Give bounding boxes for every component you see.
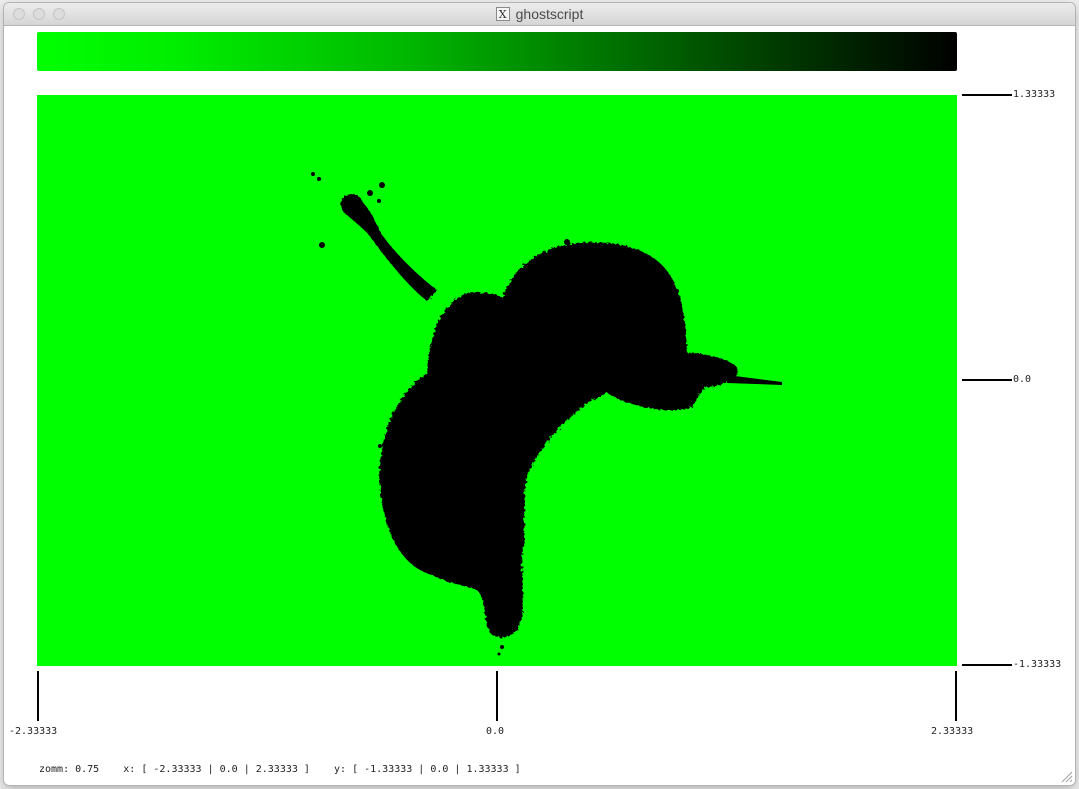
x-tick-label-left: -2.33333 <box>9 726 58 737</box>
x-tick-label-center: 0.0 <box>486 726 505 737</box>
ghostscript-window: X ghostscript 1.33333 0.0 -1.33333 -2.33… <box>4 3 1075 785</box>
y-tick-top <box>962 94 1012 96</box>
window-title: ghostscript <box>515 6 584 22</box>
y-tick-label-bottom: -1.33333 <box>1013 659 1062 670</box>
y-tick-middle <box>962 379 1012 381</box>
fractal-shape <box>311 172 782 656</box>
x-tick-label-right: 2.33333 <box>931 726 974 737</box>
y-tick-label-middle: 0.0 <box>1013 374 1032 385</box>
status-line: zomm: 0.75 x: [ -2.33333 | 0.0 | 2.33333… <box>39 764 521 775</box>
y-tick-bottom <box>962 664 1012 666</box>
color-gradient-bar <box>37 32 957 71</box>
y-tick-label-top: 1.33333 <box>1013 89 1056 100</box>
resize-grip-icon[interactable] <box>1059 769 1073 783</box>
fractal-plot[interactable] <box>37 95 957 666</box>
x-tick-center <box>496 671 498 721</box>
x-tick-left <box>37 671 39 721</box>
title-bar[interactable]: X ghostscript <box>4 3 1075 26</box>
x11-icon: X <box>495 7 510 21</box>
fractal-set <box>311 172 782 656</box>
x-tick-right <box>955 671 957 721</box>
